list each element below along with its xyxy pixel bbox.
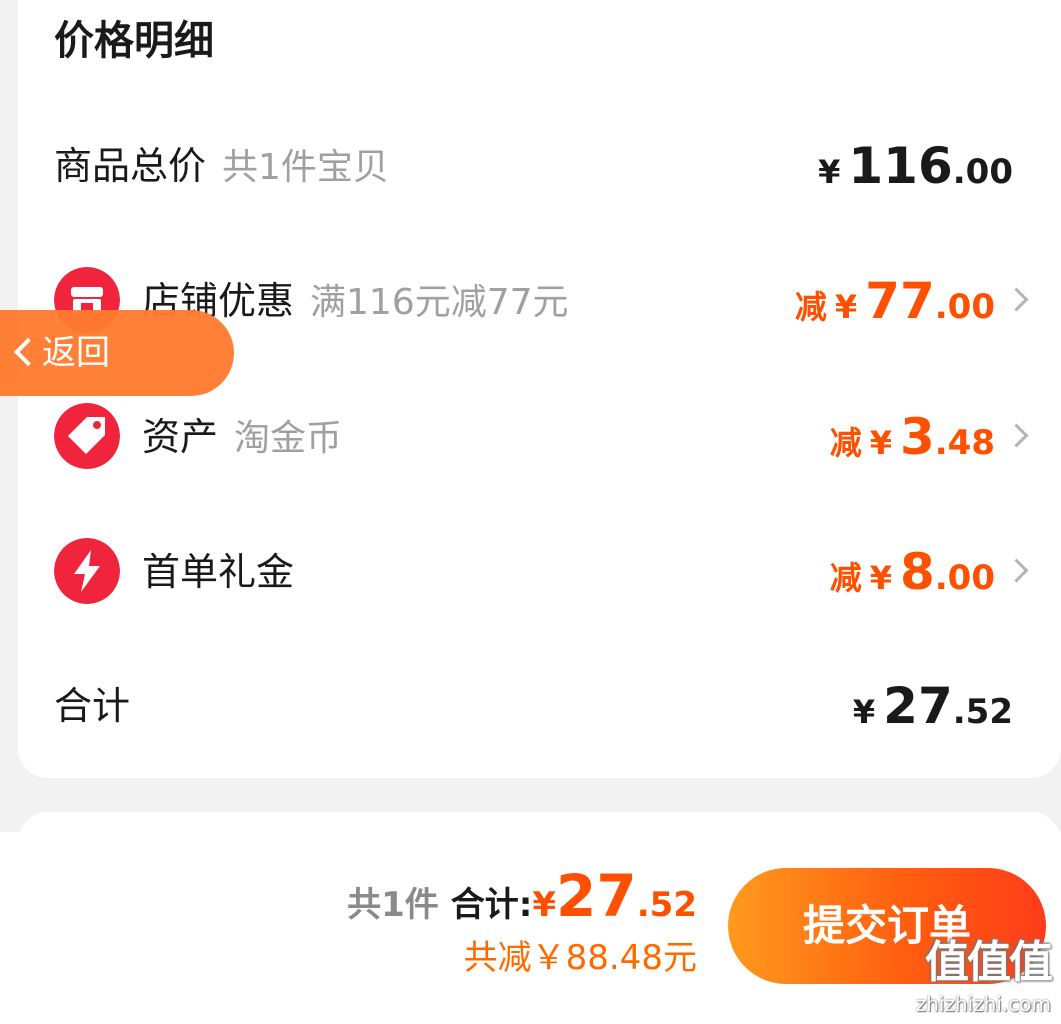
- gift-discount-price: 减 ¥ 8 .00: [829, 543, 995, 601]
- total-line: 共1件 合计: ¥ 27 .52: [347, 862, 697, 930]
- row-label: 合计: [54, 684, 131, 728]
- tag-icon: [54, 403, 120, 469]
- row-asset[interactable]: 资产 淘金币 减 ¥ 3 .48: [0, 402, 1061, 472]
- back-button-label: 返回: [42, 333, 110, 373]
- row-sub: 共1件宝贝: [222, 147, 389, 188]
- lightning-icon: [54, 538, 120, 604]
- chevron-right-icon[interactable]: [1004, 558, 1029, 583]
- watermark-url: zhizhizhi.com: [915, 992, 1051, 1016]
- chevron-right-icon[interactable]: [1004, 423, 1029, 448]
- row-label: 首单礼金: [142, 550, 295, 594]
- saved-amount: 共减￥88.48元: [463, 938, 697, 978]
- goods-total-price: ¥ 116 .00: [818, 137, 1013, 195]
- subtotal-price: ¥ 27 .52: [852, 677, 1013, 735]
- page-title: 价格明细: [54, 18, 214, 64]
- row-sub: 满116元减77元: [310, 282, 569, 323]
- row-subtotal: 合计 ¥ 27 .52: [0, 671, 1061, 741]
- chevron-left-icon: [13, 337, 43, 367]
- chevron-right-icon[interactable]: [1004, 287, 1029, 312]
- back-button[interactable]: 返回: [0, 310, 234, 396]
- row-first-order-gift[interactable]: 首单礼金 减 ¥ 8 .00: [0, 537, 1061, 607]
- row-goods-total: 商品总价 共1件宝贝 ¥ 116 .00: [0, 131, 1061, 201]
- item-count: 共1件: [347, 885, 439, 925]
- watermark: 值值值 zhizhizhi.com: [905, 935, 1055, 1021]
- total-label: 合计:: [450, 885, 533, 925]
- checkout-bar: 共1件 合计: ¥ 27 .52 共减￥88.48元 提交订单: [0, 832, 1061, 1024]
- asset-discount-price: 减 ¥ 3 .48: [829, 408, 995, 466]
- total-amount: 27: [556, 862, 637, 930]
- row-sub: 淘金币: [234, 418, 343, 459]
- shop-discount-price: 减 ¥ 77 .00: [794, 272, 995, 330]
- row-label: 商品总价: [54, 144, 207, 188]
- watermark-logo: 值值值: [925, 937, 1053, 988]
- row-label: 资产: [142, 415, 219, 459]
